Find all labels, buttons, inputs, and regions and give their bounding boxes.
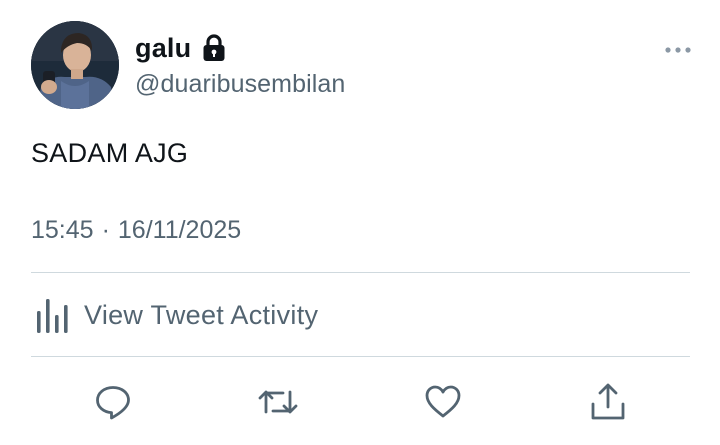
share-icon: [591, 383, 625, 420]
view-tweet-activity-label: View Tweet Activity: [84, 299, 319, 330]
bar-chart-icon: [36, 295, 74, 335]
tweet-date: 16/11/2025: [117, 216, 242, 244]
reply-icon: [96, 386, 130, 420]
tweet-timestamp[interactable]: 15:45 · 16/11/2025: [31, 216, 241, 245]
profile-photo: [31, 21, 119, 109]
tweet-text: SADAM AJG: [31, 138, 189, 168]
timestamp-separator: ·: [101, 216, 110, 244]
divider: [31, 272, 690, 273]
reply-button[interactable]: [91, 380, 135, 424]
heart-icon: [425, 385, 461, 418]
author-name-row: galu: [135, 30, 226, 66]
retweet-icon: [258, 390, 298, 414]
view-tweet-activity-button[interactable]: View Tweet Activity: [31, 290, 318, 340]
share-button[interactable]: [586, 380, 630, 424]
avatar[interactable]: [31, 21, 119, 109]
lock-icon: [202, 34, 226, 62]
more-options-icon[interactable]: [664, 40, 692, 60]
display-name[interactable]: galu: [135, 33, 191, 64]
divider: [31, 356, 690, 357]
tweet-time: 15:45: [31, 216, 94, 244]
tweet-card: galu @duaribusembilan SADAM AJG 15:45 · …: [0, 0, 720, 445]
retweet-button[interactable]: [256, 380, 300, 424]
user-handle[interactable]: @duaribusembilan: [135, 70, 345, 99]
like-button[interactable]: [421, 380, 465, 424]
